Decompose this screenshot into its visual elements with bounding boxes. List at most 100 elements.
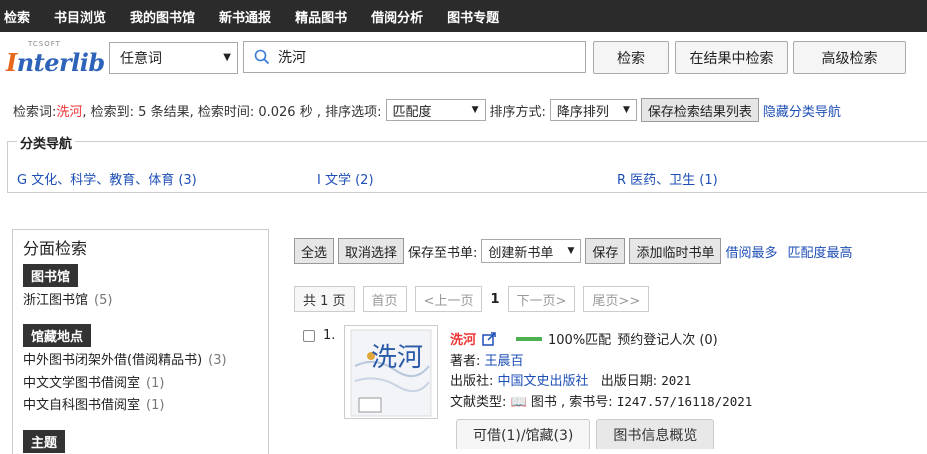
chevron-down-icon: ▼ [223,52,231,63]
nav-borrow-analysis[interactable]: 借阅分析 [371,7,423,26]
facet-head-location: 馆藏地点 [23,324,92,347]
external-link-icon[interactable] [482,331,496,346]
result-title-link[interactable]: 洗河 [450,329,476,348]
match-bar [516,336,543,341]
logo-brand: Interlib [6,48,105,77]
callno-label: , 索书号: [561,395,613,410]
add-temp-list-button[interactable]: 添加临时书单 [629,238,722,264]
result-index: 1. [323,328,336,343]
author-row: 著者: 王晨百 [450,350,524,369]
author-label: 著者: [450,354,481,369]
search-in-results-button[interactable]: 在结果中检索 [675,41,788,74]
facet-item-count: (1) [146,398,165,413]
publisher-row: 出版社: 中国文史出版社 出版日期: 2021 [450,370,691,389]
last-page-button[interactable]: 尾页>> [583,286,650,312]
search-field-value: 任意词 [120,51,162,67]
save-to-label: 保存至书单: [408,245,478,261]
facet-item-label: 中外图书闭架外借(借阅精品书) [23,353,203,368]
nav-search[interactable]: 检索 [4,7,30,26]
type-label: 文献类型: [450,395,507,410]
nav-featured[interactable]: 精品图书 [295,7,347,26]
save-results-button[interactable]: 保存检索结果列表 [640,98,759,122]
facet-item-label: 中文自科图书借阅室 [23,398,141,413]
sort-order-value: 降序排列 [556,104,609,120]
top-nav: 检索 书目浏览 我的图书馆 新书通报 精品图书 借阅分析 图书专题 [0,0,927,32]
nav-topics[interactable]: 图书专题 [447,7,499,26]
callno-value: I247.57/16118/2021 [616,394,753,409]
search-button[interactable]: 检索 [593,41,669,74]
reserve-count: 预约登记人次 (0) [617,333,718,348]
search-query: 洗河 [278,50,306,66]
sort-order-label: 排序方式: [489,104,546,120]
logo-small-text: TCSOFT [28,40,61,48]
first-page-button[interactable]: 首页 [362,286,407,312]
search-info-bar: 检索词: 洗河 , 检索到: 5 条结果, 检索时间: 0.026 秒 , 排序… [13,98,841,122]
class-item-g[interactable]: G 文化、科学、教育、体育 (3) [17,169,197,188]
chevron-down-icon: ▼ [567,246,575,256]
booklist-select-value: 创建新书单 [488,245,554,261]
facet-panel: 分面检索 图书馆 浙江图书馆 (5) 馆藏地点 中外图书闭架外借(借阅精品书) (3… [12,229,269,454]
class-nav-title: 分类导航 [17,133,76,152]
facet-item-label: 浙江图书馆 [23,293,89,308]
facet-item-count: (1) [146,376,165,391]
author-link[interactable]: 王晨百 [485,354,524,369]
search-field-select[interactable]: 任意词 ▼ [109,42,238,74]
facet-item-count: (5) [94,293,113,308]
search-summary: , 检索到: 5 条结果, 检索时间: 0.026 秒 , 排序选项: [82,104,382,120]
deselect-button[interactable]: 取消选择 [338,238,405,264]
result-checkbox[interactable] [303,330,315,342]
date-value: 2021 [661,373,692,388]
sort-order-select[interactable]: 降序排列 ▼ [549,99,637,121]
keyword-value: 洗河 [56,104,83,120]
facet-title: 分面检索 [23,239,88,258]
publisher-label: 出版社: [450,374,494,389]
search-icon [254,49,270,65]
sort-most-borrowed-link[interactable]: 借阅最多 [725,242,777,261]
match-percent: 100%匹配 [548,333,612,348]
result-title-row: 洗河 100%匹配 预约登记人次 (0) [450,329,718,348]
facet-item[interactable]: 浙江图书馆 (5) [23,289,112,308]
book-icon: 📖 [510,395,527,410]
booklist-select[interactable]: 创建新书单 ▼ [481,239,582,263]
nav-new-books[interactable]: 新书通报 [219,7,271,26]
results-toolbar: 全选 取消选择 保存至书单: 创建新书单 ▼ 保存 添加临时书单 借阅最多 匹配度… [294,238,852,264]
facet-item[interactable]: 中外图书闭架外借(借阅精品书) (3) [23,349,227,368]
tab-overview[interactable]: 图书信息概览 [596,419,715,449]
class-item-i[interactable]: I 文学 (2) [317,169,374,188]
facet-head-library: 图书馆 [23,264,79,287]
nav-my-library[interactable]: 我的图书馆 [130,7,195,26]
select-all-button[interactable]: 全选 [294,238,335,264]
facet-item-label: 中文文学图书借阅室 [23,376,141,391]
pager: 共 1 页 首页 <上一页 1 下一页> 尾页>> [294,286,657,312]
page-total: 共 1 页 [294,286,355,312]
chevron-down-icon: ▼ [622,105,630,115]
result-tabs: 可借(1)/馆藏(3) 图书信息概览 [456,419,720,449]
nav-browse[interactable]: 书目浏览 [54,7,106,26]
sort-option-select[interactable]: 匹配度 ▼ [385,99,486,121]
search-input[interactable]: 洗河 [243,41,586,73]
prev-page-button[interactable]: <上一页 [414,286,483,312]
book-cover-image: 洗河 [345,326,437,418]
tab-availability[interactable]: 可借(1)/馆藏(3) [456,419,591,449]
keyword-label: 检索词: [13,104,57,120]
logo-brand-i: I [6,48,17,77]
save-button[interactable]: 保存 [585,238,626,264]
publisher-link[interactable]: 中国文史出版社 [498,374,589,389]
hide-class-nav-link[interactable]: 隐藏分类导航 [763,101,841,120]
type-value: 图书 [530,395,557,410]
type-row: 文献类型: 📖 图书 , 索书号: I247.57/16118/2021 [450,391,752,410]
facet-item[interactable]: 中文自科图书借阅室 (1) [23,394,164,413]
advanced-search-button[interactable]: 高级检索 [793,41,906,74]
facet-head-subject: 主题 [23,430,66,453]
sort-option-value: 匹配度 [392,104,432,120]
sort-best-match-link[interactable]: 匹配度最高 [787,242,852,261]
facet-item[interactable]: 中文文学图书借阅室 (1) [23,372,164,391]
facet-item-count: (3) [208,353,227,368]
book-cover[interactable]: 洗河 [344,325,438,419]
next-page-button[interactable]: 下一页> [507,286,576,312]
interlib-logo[interactable]: TCSOFT Interlib [4,40,105,80]
chevron-down-icon: ▼ [471,105,479,115]
logo-brand-rest: nterlib [16,48,105,77]
class-item-r[interactable]: R 医药、卫生 (1) [617,169,718,188]
date-label: 出版日期: [600,374,658,389]
